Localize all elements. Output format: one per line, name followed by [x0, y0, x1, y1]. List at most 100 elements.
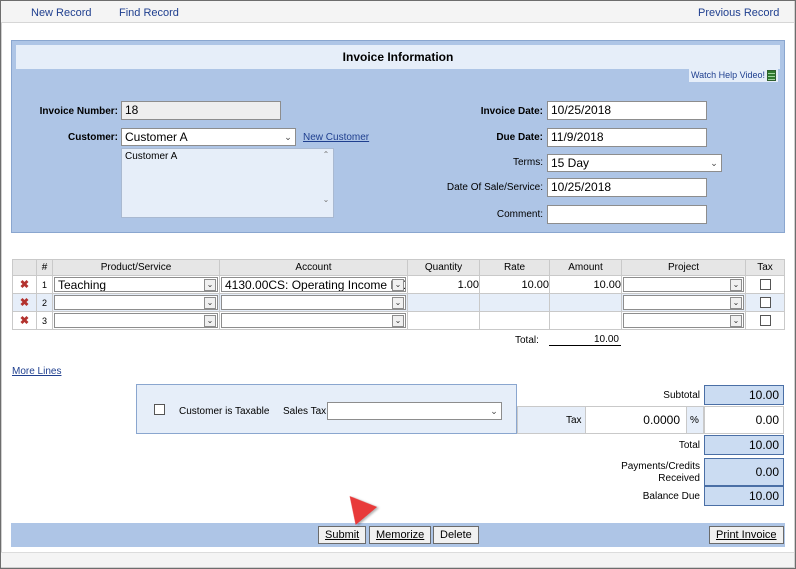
lines-total-value: 10.00	[549, 334, 621, 346]
invoice-number-label: Invoice Number:	[39, 106, 118, 117]
delete-label: Delete	[440, 529, 472, 541]
subtotal-value: 10.00	[704, 385, 784, 405]
memorize-label: Memorize	[376, 529, 425, 541]
account-select[interactable]: ⌄	[221, 313, 406, 328]
customer-taxable-checkbox[interactable]	[154, 404, 165, 415]
product-select[interactable]: Teaching ⌄	[54, 277, 218, 292]
comment-field[interactable]	[547, 205, 707, 224]
help-video-label: Watch Help Video!	[690, 70, 765, 80]
terms-select[interactable]: 15 Day ⌄	[547, 154, 722, 172]
due-date-field[interactable]: 11/9/2018	[547, 128, 707, 147]
product-select[interactable]: ⌄	[54, 313, 218, 328]
header-rate: Rate	[479, 259, 550, 276]
new-customer-link[interactable]: New Customer	[303, 132, 369, 143]
project-cell[interactable]: ⌄	[621, 275, 746, 294]
account-cell[interactable]: 4130.00CS: Operating Income I100 ⌄	[219, 275, 408, 294]
top-toolbar: New Record Find Record Previous Record	[1, 1, 794, 23]
product-cell[interactable]: ⌄	[52, 311, 220, 330]
row-number: 3	[36, 311, 53, 330]
customer-address-text: Customer A	[125, 151, 178, 162]
chevron-down-icon: ⌄	[710, 158, 718, 168]
help-video-link[interactable]: Watch Help Video!	[688, 68, 778, 82]
date-of-sale-label: Date Of Sale/Service:	[446, 182, 543, 193]
quantity-cell[interactable]	[407, 293, 480, 312]
address-scrollbar[interactable]: ⌃ ⌄	[320, 150, 332, 216]
header-delete	[12, 259, 37, 276]
account-cell[interactable]: ⌄	[219, 311, 408, 330]
tax-cell[interactable]	[745, 311, 785, 330]
tax-label: Tax	[566, 415, 582, 426]
more-lines-link[interactable]: More Lines	[12, 366, 61, 377]
submit-label: Submit	[325, 529, 360, 541]
footer-bar: Submit Memorize Delete Print Invoice	[11, 523, 785, 547]
print-invoice-label: Print Invoice	[716, 529, 777, 541]
account-select[interactable]: 4130.00CS: Operating Income I100 ⌄	[221, 277, 406, 292]
previous-record-link[interactable]: Previous Record	[698, 7, 779, 19]
account-select[interactable]: ⌄	[221, 295, 406, 310]
film-icon	[767, 70, 776, 82]
print-invoice-button[interactable]: Print Invoice	[709, 526, 784, 544]
amount-cell[interactable]: 10.00	[549, 275, 622, 294]
chevron-down-icon: ⌄	[730, 315, 742, 327]
rate-cell[interactable]	[479, 311, 550, 330]
due-date-label: Due Date:	[496, 132, 543, 143]
rate-cell[interactable]	[479, 293, 550, 312]
customer-address-box[interactable]: Customer A ⌃ ⌄	[121, 148, 334, 218]
account-cell[interactable]: ⌄	[219, 293, 408, 312]
product-cell[interactable]: ⌄	[52, 293, 220, 312]
project-cell[interactable]: ⌄	[621, 311, 746, 330]
tax-checkbox[interactable]	[759, 297, 771, 308]
table-row: ✖ 3 ⌄ ⌄ ⌄	[12, 311, 785, 330]
delete-row-icon[interactable]: ✖	[12, 293, 37, 312]
chevron-down-icon: ⌄	[730, 279, 742, 291]
submit-button[interactable]: Submit	[318, 526, 367, 544]
delete-row-icon[interactable]: ✖	[12, 311, 37, 330]
header-product: Product/Service	[52, 259, 220, 276]
table-row: ✖ 2 ⌄ ⌄ ⌄	[12, 293, 785, 312]
memorize-button[interactable]: Memorize	[369, 526, 432, 544]
new-record-link[interactable]: New Record	[31, 7, 92, 19]
amount-cell[interactable]	[549, 311, 622, 330]
chevron-down-icon: ⌄	[204, 315, 216, 327]
row-number: 2	[36, 293, 53, 312]
project-select[interactable]: ⌄	[623, 277, 744, 292]
project-select[interactable]: ⌄	[623, 295, 744, 310]
invoice-number-field[interactable]: 18	[121, 101, 281, 120]
sales-tax-select[interactable]: ⌄	[327, 402, 502, 420]
product-value: Teaching	[58, 278, 107, 292]
payments-label: Payments/Credits Received	[621, 461, 700, 484]
terms-label: Terms:	[513, 157, 543, 168]
delete-button[interactable]: Delete	[433, 526, 479, 544]
lines-total-label: Total:	[515, 335, 539, 346]
date-of-sale-field[interactable]: 10/25/2018	[547, 178, 707, 197]
subtotal-label: Subtotal	[663, 390, 700, 401]
payments-value: 0.00	[704, 458, 784, 486]
rate-cell[interactable]: 10.00	[479, 275, 550, 294]
tax-checkbox[interactable]	[759, 315, 771, 326]
delete-row-icon[interactable]: ✖	[12, 275, 37, 294]
table-row: ✖ 1 Teaching ⌄ 4130.00CS: Operating Incom…	[12, 275, 785, 294]
chevron-down-icon: ⌄	[392, 297, 404, 309]
balance-due-label: Balance Due	[642, 491, 700, 502]
project-cell[interactable]: ⌄	[621, 293, 746, 312]
invoice-date-field[interactable]: 10/25/2018	[547, 101, 707, 120]
find-record-link[interactable]: Find Record	[119, 7, 179, 19]
product-cell[interactable]: Teaching ⌄	[52, 275, 220, 294]
amount-cell[interactable]	[549, 293, 622, 312]
tax-cell[interactable]	[745, 275, 785, 294]
quantity-cell[interactable]	[407, 311, 480, 330]
customer-select[interactable]: Customer A ⌄	[121, 128, 296, 146]
account-value: 4130.00CS: Operating Income I100	[225, 278, 406, 292]
header-tax: Tax	[745, 259, 785, 276]
tax-cell[interactable]	[745, 293, 785, 312]
project-select[interactable]: ⌄	[623, 313, 744, 328]
customer-taxable-label: Customer is Taxable	[179, 406, 270, 417]
tax-checkbox[interactable]	[759, 279, 771, 290]
invoice-info-title: Invoice Information	[16, 45, 780, 69]
bottom-strip	[1, 552, 794, 567]
product-select[interactable]: ⌄	[54, 295, 218, 310]
quantity-cell[interactable]: 1.00	[407, 275, 480, 294]
comment-label: Comment:	[496, 209, 543, 220]
tax-rate-field[interactable]: 0.0000	[585, 407, 687, 433]
chevron-down-icon: ⌄	[284, 132, 292, 142]
